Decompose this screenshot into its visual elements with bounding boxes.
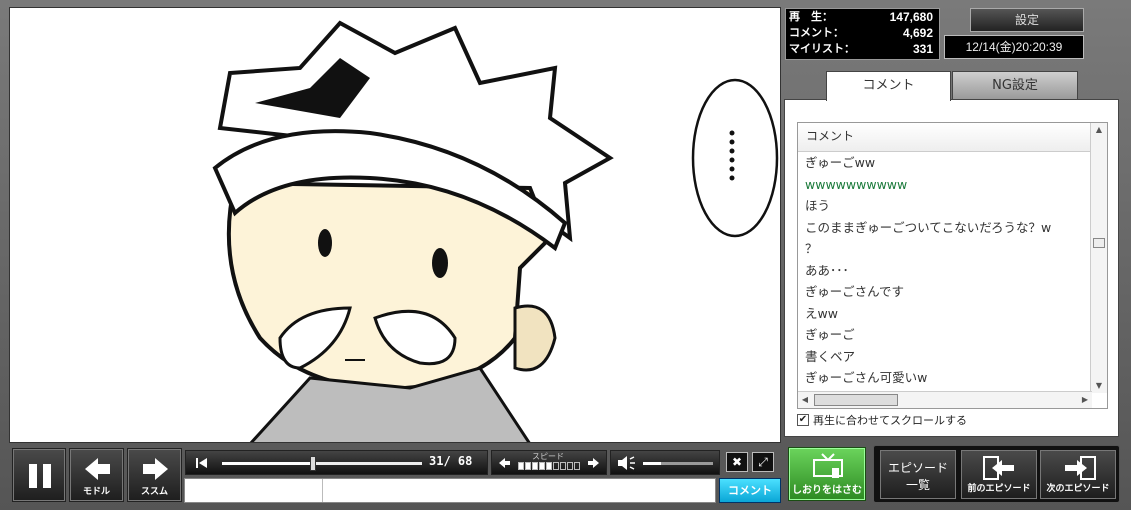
sync-scroll-label: 再生に合わせてスクロールする (813, 414, 967, 427)
speed-bar[interactable] (546, 462, 552, 470)
previous-episode-label: 前のエピソード (967, 484, 1031, 494)
next-episode-label: 次のエピソード (1046, 484, 1110, 494)
speed-bar[interactable] (553, 462, 559, 470)
speed-label: スピード (532, 452, 564, 461)
list-item[interactable]: ぎゅーご (798, 324, 1107, 346)
comment-toggle-icon[interactable]: ✖ (726, 452, 748, 472)
next-episode-button[interactable]: 次のエピソード (1040, 450, 1116, 499)
seek-handle[interactable] (310, 456, 317, 471)
scroll-down-icon[interactable]: ▼ (1091, 379, 1107, 393)
bookmark-tv-icon (813, 453, 843, 478)
mini-controls: ✖ ⤢ (726, 452, 774, 472)
arrow-right-icon (143, 458, 168, 480)
comment-list[interactable]: コメント ぎゅーごww wwwwwwwwww ほう このままぎゅーごついてこない… (797, 122, 1108, 409)
volume-control (610, 450, 720, 475)
comment-list-header[interactable]: コメント (798, 123, 1107, 152)
pause-button[interactable] (12, 448, 66, 502)
list-item[interactable]: wwwwwwwwww (798, 174, 1107, 196)
list-item[interactable]: ぎゅーごさん可愛いw (798, 367, 1107, 389)
previous-episode-icon (983, 456, 1014, 480)
seek-track[interactable] (222, 456, 422, 471)
speed-bar[interactable] (539, 462, 545, 470)
list-item[interactable]: えww (798, 303, 1107, 325)
comment-input[interactable] (324, 479, 714, 502)
speed-down-icon[interactable] (494, 451, 514, 474)
next-episode-icon (1065, 456, 1096, 480)
vertical-scroll-thumb[interactable] (1093, 238, 1105, 248)
skip-to-start-icon[interactable] (190, 451, 220, 474)
manga-illustration (212, 20, 779, 442)
list-item[interactable]: ああ･･･ (798, 260, 1107, 282)
speed-bar[interactable] (560, 462, 566, 470)
horizontal-scroll-thumb[interactable] (814, 394, 898, 406)
seek-bar: 31/ 68 (185, 450, 488, 475)
volume-level (643, 462, 661, 465)
arrow-left-icon (85, 458, 110, 480)
time-display: 31/ 68 (429, 454, 473, 468)
stats-panel: 再 生： 147,680 コメント： 4,692 マイリスト： 331 (785, 8, 940, 60)
speed-bar[interactable] (518, 462, 524, 470)
scroll-left-icon[interactable]: ◀ (798, 392, 812, 408)
speed-bar[interactable] (532, 462, 538, 470)
sync-scroll-option[interactable]: ✔ 再生に合わせてスクロールする (797, 412, 967, 428)
back-label: モドル (82, 487, 110, 497)
time-total: 68 (457, 454, 473, 468)
pause-icon (29, 464, 51, 488)
back-button[interactable]: モドル (69, 448, 124, 502)
speaker-icon[interactable] (614, 451, 642, 474)
vertical-scrollbar[interactable]: ▲ ▼ (1090, 123, 1107, 393)
speed-control: スピード (491, 450, 607, 475)
player-window: 再 生： 147,680 コメント： 4,692 マイリスト： 331 設定 12/1… (0, 0, 1131, 510)
time-current: 31 (429, 454, 444, 468)
fullscreen-icon[interactable]: ⤢ (752, 452, 774, 472)
scroll-up-icon[interactable]: ▲ (1091, 123, 1107, 137)
video-screen[interactable] (9, 7, 781, 443)
tab-comment[interactable]: コメント (826, 71, 951, 101)
forward-label: ススム (140, 487, 168, 497)
list-item[interactable]: ？ (798, 238, 1107, 260)
list-item[interactable]: ぎゅーごさんです (798, 281, 1107, 303)
bookmark-button[interactable]: しおりをはさむ (788, 447, 866, 501)
speed-level-bars[interactable] (518, 462, 580, 470)
play-count: 147,680 (889, 10, 933, 24)
previous-episode-button[interactable]: 前のエピソード (961, 450, 1037, 499)
seek-progress (222, 462, 314, 465)
episode-nav: エピソード 一覧 前のエピソード 次のエピソード (873, 445, 1120, 503)
comment-rows: ぎゅーごww wwwwwwwwww ほう このままぎゅーごついてこないだろうな？… (798, 152, 1107, 389)
episode-list-button[interactable]: エピソード 一覧 (880, 450, 956, 499)
mylist-count-label: マイリスト： (789, 42, 855, 55)
comment-panel: コメント ぎゅーごww wwwwwwwwww ほう このままぎゅーごついてこない… (784, 99, 1119, 437)
forward-button[interactable]: ススム (127, 448, 182, 502)
tab-ng-settings[interactable]: NG設定 (952, 71, 1078, 100)
speed-bar[interactable] (574, 462, 580, 470)
list-item[interactable]: ぎゅーごww (798, 152, 1107, 174)
list-item[interactable]: このままぎゅーごついてこないだろうな？w (798, 217, 1107, 239)
comment-count-label: コメント： (789, 26, 844, 39)
speed-bar[interactable] (567, 462, 573, 470)
episode-list-label-top: エピソード (887, 461, 948, 475)
list-item[interactable]: 書くベア (798, 346, 1107, 368)
datetime-display: 12/14(金)20:20:39 (944, 35, 1084, 59)
submit-comment-button[interactable]: コメント (719, 478, 781, 503)
play-count-label: 再 生： (789, 10, 833, 23)
comment-count: 4,692 (902, 26, 933, 40)
list-item[interactable]: ほう (798, 195, 1107, 217)
episode-list-label-bottom: 一覧 (905, 478, 930, 492)
horizontal-scrollbar[interactable]: ◀ ▶ (798, 391, 1092, 408)
speed-bar[interactable] (525, 462, 531, 470)
scroll-right-icon[interactable]: ▶ (1078, 392, 1092, 408)
mylist-count: 331 (912, 42, 933, 56)
settings-button[interactable]: 設定 (970, 8, 1084, 32)
speed-up-icon[interactable] (584, 451, 604, 474)
volume-slider[interactable] (643, 462, 713, 465)
sync-scroll-checkbox[interactable]: ✔ (797, 414, 809, 426)
bookmark-label: しおりをはさむ (792, 485, 862, 496)
command-input[interactable] (185, 479, 323, 502)
comment-input-bar (184, 478, 716, 503)
